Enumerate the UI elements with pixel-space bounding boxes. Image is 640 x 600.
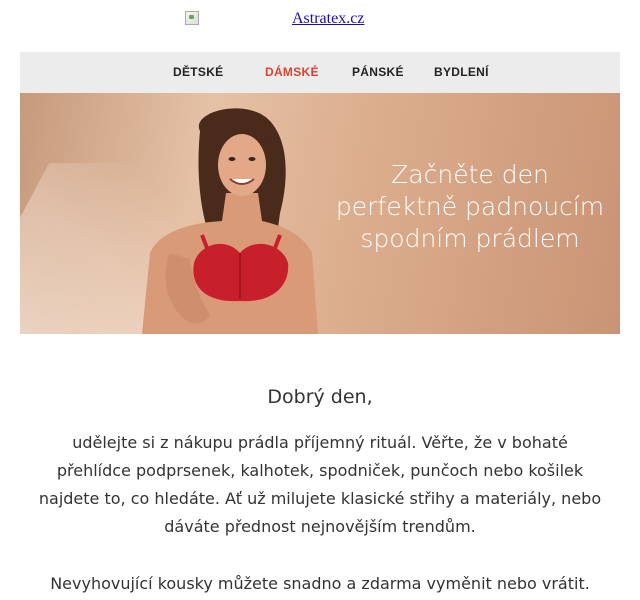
nav-item-damske[interactable]: DÁMSKÉ [265,65,319,79]
hero-model-photo [142,108,318,334]
paragraph-line: udělejte si z nákupu prádla příjemný rit… [72,433,568,452]
nav-item-detske[interactable]: DĚTSKÉ [173,65,223,79]
logo-link[interactable]: Astratex.cz [292,10,364,28]
hero-headline: Začněte den perfektně padnoucím spodním … [320,159,620,255]
paragraph-line: dáváte přednost nejnovějším trendům. [164,517,476,536]
logo-row: Astratex.cz [0,0,640,52]
broken-image-icon [185,11,199,25]
nav-item-panske[interactable]: PÁNSKÉ [352,65,404,79]
hero-headline-line: Začněte den [391,160,549,189]
intro-paragraph: udělejte si z nákupu prádla příjemný rit… [30,429,610,541]
hero-banner[interactable]: Začněte den perfektně padnoucím spodním … [20,93,620,334]
hero-headline-line: spodním prádlem [360,224,580,253]
category-nav: DĚTSKÉ DÁMSKÉ PÁNSKÉ BYDLENÍ [20,52,620,93]
nav-item-bydleni[interactable]: BYDLENÍ [434,65,489,79]
paragraph-line: najdete to, co hledáte. Ať už milujete k… [38,489,602,508]
greeting: Dobrý den, [267,386,373,408]
returns-paragraph: Nevyhovující kousky můžete snadno a zdar… [50,574,590,593]
hero-headline-line: perfektně padnoucím [335,192,605,221]
paragraph-line: přehlídce podprsenek, kalhotek, spodniče… [56,461,584,480]
